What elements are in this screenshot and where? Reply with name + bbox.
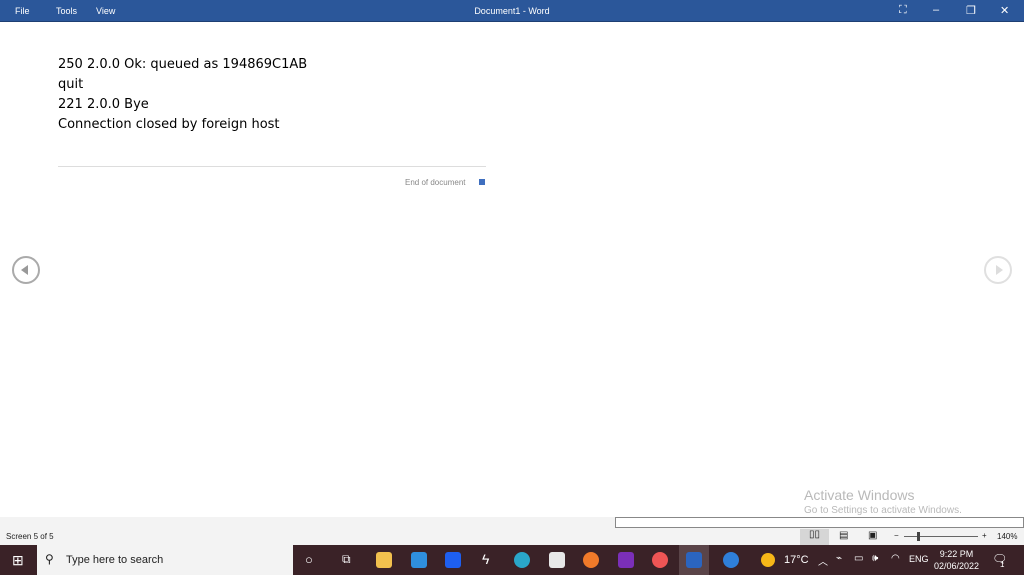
screen-counter: Screen 5 of 5	[6, 532, 54, 541]
clock-date: 02/06/2022	[934, 561, 980, 571]
next-screen-button[interactable]	[984, 256, 1012, 284]
task-view-icon[interactable]: ⧉	[342, 552, 351, 567]
zoom-level[interactable]: 140%	[997, 532, 1017, 541]
weather-temp[interactable]: 17°C	[784, 554, 809, 566]
read-mode-icon[interactable]: ▯▯	[800, 529, 829, 545]
watermark-subtitle: Go to Settings to activate Windows.	[804, 505, 962, 516]
onenote-icon[interactable]	[618, 552, 634, 568]
minimize-button[interactable]: –	[933, 4, 939, 16]
window-title: Document1 - Word	[474, 6, 550, 16]
taskbar: ⊞ ⚲ Type here to search ○ ⧉ ϟ 17°C ︿ ⌁ ▭…	[0, 545, 1024, 575]
edge-icon[interactable]	[514, 552, 530, 568]
doc-line: quit	[58, 77, 84, 92]
chevron-up-icon[interactable]: ︿	[818, 553, 828, 568]
snipping-tool-icon[interactable]	[652, 552, 668, 568]
web-layout-icon[interactable]: ▣	[868, 530, 877, 541]
restore-button[interactable]: ❐	[966, 4, 976, 17]
search-icon: ⚲	[45, 552, 54, 566]
cortana-icon[interactable]: ○	[305, 552, 313, 567]
zoom-out-button[interactable]: −	[894, 531, 899, 540]
clock-time: 9:22 PM	[939, 549, 974, 559]
horizontal-scrollbar[interactable]	[0, 517, 1024, 529]
taskbar-search[interactable]: ⚲ Type here to search	[37, 545, 293, 575]
end-rule	[58, 166, 486, 167]
help-icon[interactable]	[723, 552, 739, 568]
activate-windows-watermark: Activate Windows Go to Settings to activ…	[804, 487, 962, 516]
close-button[interactable]: ✕	[1000, 4, 1009, 17]
document-body[interactable]: 250 2.0.0 Ok: queued as 194869C1AB quit …	[58, 55, 307, 135]
doc-line: 221 2.0.0 Bye	[58, 97, 149, 112]
watermark-title: Activate Windows	[804, 487, 915, 503]
file-explorer-icon[interactable]	[376, 552, 392, 568]
previous-screen-button[interactable]	[12, 256, 40, 284]
zoom-slider[interactable]	[904, 536, 978, 537]
language-indicator[interactable]: ENG	[909, 554, 929, 564]
scroll-thumb[interactable]	[615, 517, 1024, 528]
doc-line: 250 2.0.0 Ok: queued as 194869C1AB	[58, 57, 308, 72]
zoom-in-button[interactable]: +	[982, 531, 987, 540]
firefox-icon[interactable]	[583, 552, 599, 568]
word-taskbar-button[interactable]	[679, 545, 709, 575]
focus-mode-icon[interactable]: ⛶	[899, 4, 907, 17]
zoom-slider-thumb[interactable]	[917, 532, 920, 541]
windows-start-icon[interactable]: ⊞	[12, 552, 24, 569]
end-of-document-label: End of document	[405, 178, 466, 187]
search-placeholder: Type here to search	[66, 554, 164, 566]
notification-count: 1	[1000, 560, 1005, 569]
doc-line: Connection closed by foreign host	[58, 117, 280, 132]
mail-icon[interactable]	[411, 552, 427, 568]
status-bar: Screen 5 of 5 ▯▯ ▤ ▣ − + 140%	[0, 529, 1024, 545]
word-icon	[686, 552, 702, 568]
app-s-icon[interactable]: ϟ	[482, 551, 489, 567]
wifi-icon[interactable]: ◠	[891, 553, 900, 564]
dropbox-icon[interactable]	[445, 552, 461, 568]
clock[interactable]: 9:22 PM 02/06/2022	[934, 548, 979, 572]
store-icon[interactable]	[549, 552, 565, 568]
weather-sun-icon[interactable]	[761, 553, 775, 567]
volume-icon[interactable]: 🕪	[872, 553, 878, 564]
network-off-icon[interactable]: ⌁	[836, 553, 842, 564]
end-marker-icon	[479, 179, 485, 185]
battery-warning-icon[interactable]: ▭	[854, 553, 863, 564]
print-layout-icon[interactable]: ▤	[839, 530, 848, 541]
title-bar: File Tools View Document1 - Word ⛶ – ❐ ✕	[0, 0, 1024, 22]
